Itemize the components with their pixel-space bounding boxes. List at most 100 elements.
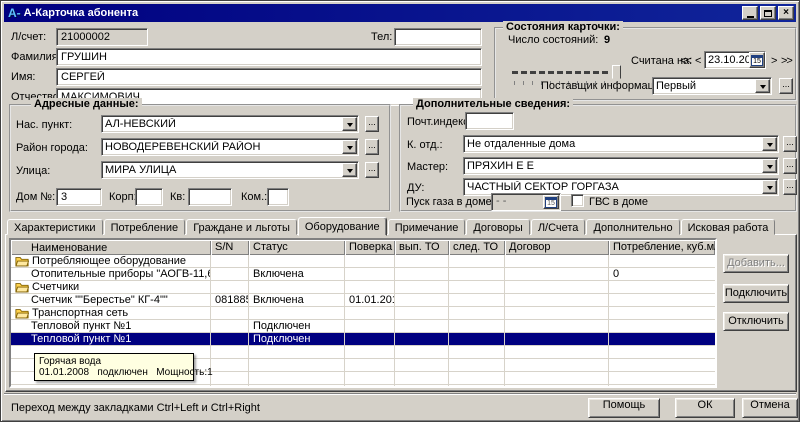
chevron-down-icon[interactable]: [762, 159, 777, 173]
account-field[interactable]: [56, 28, 148, 46]
table-row[interactable]: Счетчик ""Берестье" КГ-4"" 081885 Включе…: [11, 294, 715, 307]
row-sn: [211, 307, 249, 320]
apartment-field[interactable]: [188, 188, 232, 206]
gvs-checkbox[interactable]: [571, 194, 584, 207]
tab-primechanie[interactable]: Примечание: [388, 219, 466, 235]
tab-kharakteristiki[interactable]: Характеристики: [7, 219, 103, 235]
date-next-arrow[interactable]: >: [771, 55, 776, 67]
district-more-button[interactable]: ...: [365, 139, 379, 155]
settlement-more-button[interactable]: ...: [365, 116, 379, 132]
postcode-field[interactable]: [465, 112, 514, 130]
column-header-vyp-to[interactable]: вып. ТО: [395, 240, 449, 255]
tab-potreblenie[interactable]: Потребление: [104, 219, 186, 235]
tab-oborudovanie[interactable]: Оборудование: [298, 217, 387, 236]
tab-dopolnitelno[interactable]: Дополнительно: [586, 219, 679, 235]
account-label: Л/счет:: [11, 31, 46, 43]
settlement-combo[interactable]: АЛ-НЕВСКИЙ: [101, 115, 359, 133]
master-value: ПРЯХИН Е Е: [467, 160, 760, 172]
room-field[interactable]: [267, 188, 289, 206]
table-row[interactable]: Отопительные приборы "АОГВ-11,6-1" Включ…: [11, 268, 715, 281]
du-more-button[interactable]: ...: [783, 179, 797, 195]
chevron-down-icon[interactable]: [755, 79, 770, 93]
row-vyp-to: [395, 320, 449, 333]
column-header-potreblenie[interactable]: Потребление, куб.м/ч: [609, 240, 715, 255]
tab-iskovaya-rabota[interactable]: Исковая работа: [681, 219, 776, 235]
ok-button[interactable]: ОК: [675, 398, 735, 418]
column-header-status[interactable]: Статус: [249, 240, 345, 255]
date-prev-arrow[interactable]: <: [695, 55, 700, 67]
close-button[interactable]: ×: [778, 6, 794, 20]
table-row[interactable]: Счетчики: [11, 281, 715, 294]
maximize-button[interactable]: [760, 6, 776, 20]
minimize-button[interactable]: [742, 6, 758, 20]
add-button[interactable]: Добавить...: [723, 254, 789, 273]
row-sled-to: [449, 255, 505, 268]
cancel-button[interactable]: Отмена: [742, 398, 798, 418]
tab-l-scheta[interactable]: Л/Счета: [531, 219, 586, 235]
titlebar[interactable]: А- А-Карточка абонента ×: [4, 4, 796, 22]
chevron-down-icon[interactable]: [762, 180, 777, 194]
row-name: Тепловой пункт №1: [31, 333, 131, 345]
room-label: Ком.:: [241, 191, 267, 203]
kotd-combo[interactable]: Не отдаленные дома: [463, 135, 779, 153]
row-name: Транспортная сеть: [32, 307, 128, 319]
column-header-name[interactable]: Наименование: [11, 240, 211, 255]
date-last-arrow[interactable]: >>: [781, 55, 792, 67]
calendar-icon[interactable]: 15: [543, 195, 559, 209]
column-header-sn[interactable]: S/N: [211, 240, 249, 255]
app-icon: А-: [8, 6, 21, 20]
row-vyp-to: [395, 281, 449, 294]
street-combo[interactable]: МИРА УЛИЦА: [101, 161, 359, 179]
tab-dogovory[interactable]: Договоры: [466, 219, 529, 235]
master-combo[interactable]: ПРЯХИН Е Е: [463, 157, 779, 175]
row-dogovor: [505, 346, 609, 359]
date-first-arrow[interactable]: <<: [680, 55, 691, 67]
provider-combo[interactable]: Первый: [652, 77, 772, 95]
building-field[interactable]: [135, 188, 163, 206]
kotd-more-button[interactable]: ...: [783, 136, 797, 152]
master-more-button[interactable]: ...: [783, 158, 797, 174]
chevron-down-icon[interactable]: [762, 137, 777, 151]
tab-grazhdane-i-lgoty[interactable]: Граждане и льготы: [186, 219, 297, 235]
row-sled-to: [449, 346, 505, 359]
street-more-button[interactable]: ...: [365, 162, 379, 178]
maximize-icon: [764, 10, 772, 17]
disconnect-button[interactable]: Отключить: [723, 312, 789, 331]
gas-start-date-field[interactable]: - - 15: [491, 193, 561, 211]
row-name: Тепловой пункт №1: [31, 320, 131, 332]
row-poverka: [345, 281, 395, 294]
table-row[interactable]: [11, 385, 715, 388]
postcode-label: Почт.индекс: [407, 116, 469, 128]
chevron-down-icon[interactable]: [342, 140, 357, 154]
table-row[interactable]: Тепловой пункт №1 Подключен: [11, 333, 715, 346]
folder-icon: [15, 308, 29, 319]
table-row[interactable]: Тепловой пункт №1 Подключен: [11, 320, 715, 333]
row-status: [249, 385, 345, 388]
firstname-field[interactable]: [56, 68, 482, 86]
row-vyp-to: [395, 346, 449, 359]
chevron-down-icon[interactable]: [342, 117, 357, 131]
column-header-poverka[interactable]: Поверка: [345, 240, 395, 255]
row-status: [249, 346, 345, 359]
chevron-down-icon[interactable]: [342, 163, 357, 177]
status-hint: Переход между закладками Ctrl+Left и Ctr…: [11, 402, 260, 414]
phone-field[interactable]: [394, 28, 482, 46]
row-vyp-to: [395, 268, 449, 281]
district-combo[interactable]: НОВОДЕРЕВЕНСКИЙ РАЙОН: [101, 138, 359, 156]
states-count-label: Число состояний:: [508, 34, 598, 46]
provider-more-button[interactable]: ...: [779, 78, 793, 94]
house-field[interactable]: [56, 188, 102, 206]
slider-track: [512, 71, 611, 74]
row-potreblenie: [609, 255, 715, 268]
column-header-sled-to[interactable]: след. ТО: [449, 240, 505, 255]
row-dogovor: [505, 294, 609, 307]
kotd-label: К. отд.:: [407, 139, 443, 151]
street-value: МИРА УЛИЦА: [105, 164, 340, 176]
table-row[interactable]: Транспортная сеть: [11, 307, 715, 320]
lastname-field[interactable]: [56, 48, 482, 66]
connect-button[interactable]: Подключить: [723, 284, 789, 303]
column-header-dogovor[interactable]: Договор: [505, 240, 609, 255]
help-button[interactable]: Помощь: [588, 398, 660, 418]
table-row[interactable]: Потребляющее оборудование: [11, 255, 715, 268]
calendar-icon[interactable]: 15: [749, 52, 765, 68]
